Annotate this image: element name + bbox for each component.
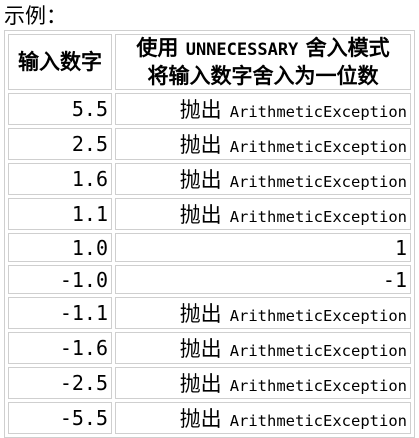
throw-label: 抛出	[179, 133, 222, 157]
input-number-cell: -2.5	[8, 367, 112, 399]
exception-name: ArithmeticException	[229, 377, 407, 395]
table-row: -2.5 抛出 ArithmeticException	[8, 367, 411, 399]
input-number-cell: -1.0	[8, 265, 112, 294]
rounded-value: -1	[382, 267, 407, 292]
table-row: 1.6 抛出 ArithmeticException	[8, 163, 411, 195]
throw-label: 抛出	[179, 203, 222, 227]
table-row: -1.0 -1	[8, 265, 411, 294]
input-number-cell: -5.5	[8, 402, 112, 434]
throw-label: 抛出	[179, 98, 222, 122]
exception-name: ArithmeticException	[229, 412, 407, 430]
header-rounding-result: 使用 UNNECESSARY 舍入模式 将输入数字舍入为一位数	[115, 34, 411, 90]
table-header-row: 输入数字 使用 UNNECESSARY 舍入模式 将输入数字舍入为一位数	[8, 34, 411, 90]
input-number-cell: -1.6	[8, 332, 112, 364]
header-col2-prefix: 使用	[136, 36, 179, 60]
throw-label: 抛出	[179, 407, 222, 431]
result-cell: 抛出 ArithmeticException	[115, 367, 411, 399]
result-cell: -1	[115, 265, 411, 294]
table-row: -1.1 抛出 ArithmeticException	[8, 297, 411, 329]
exception-name: ArithmeticException	[229, 103, 407, 121]
result-cell: 抛出 ArithmeticException	[115, 297, 411, 329]
rounding-example-table: 输入数字 使用 UNNECESSARY 舍入模式 将输入数字舍入为一位数 5.5…	[4, 30, 415, 438]
throw-label: 抛出	[179, 168, 222, 192]
result-cell: 抛出 ArithmeticException	[115, 128, 411, 160]
exception-name: ArithmeticException	[229, 173, 407, 191]
table-body: 5.5 抛出 ArithmeticException 2.5 抛出 ArithmeticE…	[8, 93, 411, 434]
result-cell: 抛出 ArithmeticException	[115, 198, 411, 230]
header-col2-mode: UNNECESSARY	[185, 40, 299, 60]
exception-name: ArithmeticException	[229, 138, 407, 156]
rounded-value: 1	[394, 235, 407, 260]
throw-label: 抛出	[179, 372, 222, 396]
header-col2-line2: 将输入数字舍入为一位数	[147, 64, 379, 88]
table-row: -5.5 抛出 ArithmeticException	[8, 402, 411, 434]
table-row: 2.5 抛出 ArithmeticException	[8, 128, 411, 160]
result-cell: 抛出 ArithmeticException	[115, 402, 411, 434]
input-number-cell: 2.5	[8, 128, 112, 160]
table-row: -1.6 抛出 ArithmeticException	[8, 332, 411, 364]
header-input-number: 输入数字	[8, 34, 112, 90]
input-number-cell: 1.6	[8, 163, 112, 195]
exception-name: ArithmeticException	[229, 342, 407, 360]
input-number-cell: -1.1	[8, 297, 112, 329]
result-cell: 1	[115, 233, 411, 262]
result-cell: 抛出 ArithmeticException	[115, 93, 411, 125]
example-caption: 示例：	[4, 4, 67, 28]
exception-name: ArithmeticException	[229, 307, 407, 325]
input-number-cell: 1.0	[8, 233, 112, 262]
input-number-cell: 1.1	[8, 198, 112, 230]
input-number-cell: 5.5	[8, 93, 112, 125]
result-cell: 抛出 ArithmeticException	[115, 332, 411, 364]
table-row: 1.0 1	[8, 233, 411, 262]
table-row: 5.5 抛出 ArithmeticException	[8, 93, 411, 125]
throw-label: 抛出	[179, 337, 222, 361]
header-col2-suffix: 舍入模式	[305, 36, 390, 60]
table-row: 1.1 抛出 ArithmeticException	[8, 198, 411, 230]
result-cell: 抛出 ArithmeticException	[115, 163, 411, 195]
throw-label: 抛出	[179, 302, 222, 326]
exception-name: ArithmeticException	[229, 208, 407, 226]
